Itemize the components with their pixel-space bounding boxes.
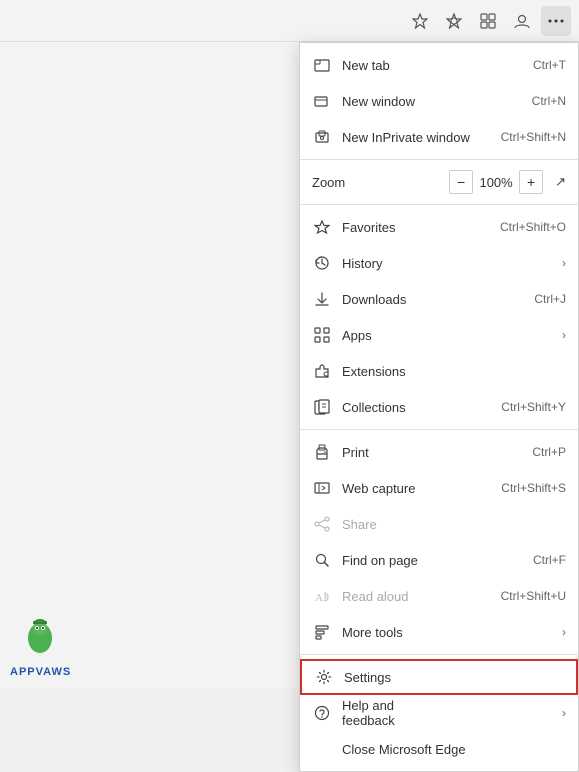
zoom-out-button[interactable]: −	[449, 170, 473, 194]
menu-label-share: Share	[342, 517, 566, 532]
menu-shortcut-new-window: Ctrl+N	[532, 94, 566, 108]
zoom-label: Zoom	[312, 175, 449, 190]
menu-shortcut-downloads: Ctrl+J	[534, 292, 566, 306]
menu-label-readaloud: Read aloud	[342, 589, 493, 604]
reading-list-toolbar-btn[interactable]	[439, 6, 469, 36]
menu-item-apps[interactable]: Apps ›	[300, 317, 578, 353]
menu-shortcut-collections: Ctrl+Shift+Y	[501, 400, 566, 414]
menu-item-extensions[interactable]: Extensions	[300, 353, 578, 389]
menu-item-moretools[interactable]: More tools ›	[300, 614, 578, 650]
menu-item-share[interactable]: Share	[300, 506, 578, 542]
zoom-value: 100%	[479, 175, 513, 190]
collections-icon	[312, 397, 332, 417]
zoom-expand-icon[interactable]: ↗	[555, 174, 566, 190]
menu-item-new-inprivate[interactable]: New InPrivate window Ctrl+Shift+N	[300, 119, 578, 155]
menu-shortcut-webcapture: Ctrl+Shift+S	[501, 481, 566, 495]
menu-label-new-window: New window	[342, 94, 524, 109]
menu-shortcut-print: Ctrl+P	[532, 445, 566, 459]
history-arrow-icon: ›	[562, 256, 566, 270]
menu-item-settings[interactable]: Settings	[300, 659, 578, 695]
workspaces-toolbar-btn[interactable]	[473, 6, 503, 36]
menu-label-webcapture: Web capture	[342, 481, 493, 496]
svg-text:A: A	[315, 592, 323, 604]
readaloud-icon: A	[312, 586, 332, 606]
menu-label-closeedge: Close Microsoft Edge	[342, 742, 566, 757]
apps-arrow-icon: ›	[562, 328, 566, 342]
history-icon	[312, 253, 332, 273]
menu-item-helpfeedback[interactable]: Help and feedback ›	[300, 695, 578, 731]
menu-label-downloads: Downloads	[342, 292, 526, 307]
profile-toolbar-btn[interactable]	[507, 6, 537, 36]
find-icon	[312, 550, 332, 570]
print-icon	[312, 442, 332, 462]
favorites-icon	[312, 217, 332, 237]
menu-item-new-window[interactable]: New window Ctrl+N	[300, 83, 578, 119]
webcapture-icon	[312, 478, 332, 498]
menu-label-collections: Collections	[342, 400, 493, 415]
menu-item-findonpage[interactable]: Find on page Ctrl+F	[300, 542, 578, 578]
menu-label-new-inprivate: New InPrivate window	[342, 130, 493, 145]
helpfeedback-arrow-icon: ›	[562, 706, 566, 720]
apps-icon	[312, 325, 332, 345]
menu-item-new-tab[interactable]: New tab Ctrl+T	[300, 47, 578, 83]
menu-shortcut-favorites: Ctrl+Shift+O	[500, 220, 566, 234]
menu-item-readaloud[interactable]: A Read aloud Ctrl+Shift+U	[300, 578, 578, 614]
divider-4	[300, 654, 578, 655]
menu-item-collections[interactable]: Collections Ctrl+Shift+Y	[300, 389, 578, 425]
share-icon	[312, 514, 332, 534]
downloads-icon	[312, 289, 332, 309]
divider-2	[300, 204, 578, 205]
moretools-arrow-icon: ›	[562, 625, 566, 639]
context-menu: New tab Ctrl+T New window Ctrl+N	[299, 42, 579, 772]
divider-3	[300, 429, 578, 430]
menu-shortcut-new-tab: Ctrl+T	[533, 58, 566, 72]
menu-item-webcapture[interactable]: Web capture Ctrl+Shift+S	[300, 470, 578, 506]
inprivate-icon	[312, 127, 332, 147]
browser-toolbar	[0, 0, 579, 42]
newtab-icon	[312, 55, 332, 75]
menu-item-favorites[interactable]: Favorites Ctrl+Shift+O	[300, 209, 578, 245]
settings-icon	[314, 667, 334, 687]
menu-label-findonpage: Find on page	[342, 553, 525, 568]
menu-label-new-tab: New tab	[342, 58, 525, 73]
menu-label-print: Print	[342, 445, 524, 460]
zoom-row: Zoom − 100% + ↗	[300, 164, 578, 200]
favorites-toolbar-btn[interactable]	[405, 6, 435, 36]
menu-item-print[interactable]: Print Ctrl+P	[300, 434, 578, 470]
menu-label-settings: Settings	[344, 670, 564, 685]
menu-label-favorites: Favorites	[342, 220, 492, 235]
extensions-icon	[312, 361, 332, 381]
zoom-in-button[interactable]: +	[519, 170, 543, 194]
closeedge-icon	[312, 739, 332, 759]
browser-background: New tab Ctrl+T New window Ctrl+N	[0, 0, 579, 688]
divider-1	[300, 159, 578, 160]
menu-label-history: History	[342, 256, 450, 271]
newwindow-icon	[312, 91, 332, 111]
menu-label-extensions: Extensions	[342, 364, 566, 379]
zoom-controls: − 100% + ↗	[449, 170, 566, 194]
menu-item-downloads[interactable]: Downloads Ctrl+J	[300, 281, 578, 317]
more-tools-toolbar-btn[interactable]	[541, 6, 571, 36]
help-icon	[312, 703, 332, 723]
menu-label-apps: Apps	[342, 328, 450, 343]
menu-item-closeedge[interactable]: Close Microsoft Edge	[300, 731, 578, 767]
menu-shortcut-findonpage: Ctrl+F	[533, 553, 566, 567]
menu-label-helpfeedback: Help and feedback	[342, 698, 450, 728]
menu-shortcut-new-inprivate: Ctrl+Shift+N	[501, 130, 566, 144]
moretools-icon	[312, 622, 332, 642]
appvaws-text: APPVAWS	[10, 666, 71, 678]
menu-shortcut-readaloud: Ctrl+Shift+U	[501, 589, 566, 603]
menu-label-moretools: More tools	[342, 625, 450, 640]
menu-item-history[interactable]: History ›	[300, 245, 578, 281]
